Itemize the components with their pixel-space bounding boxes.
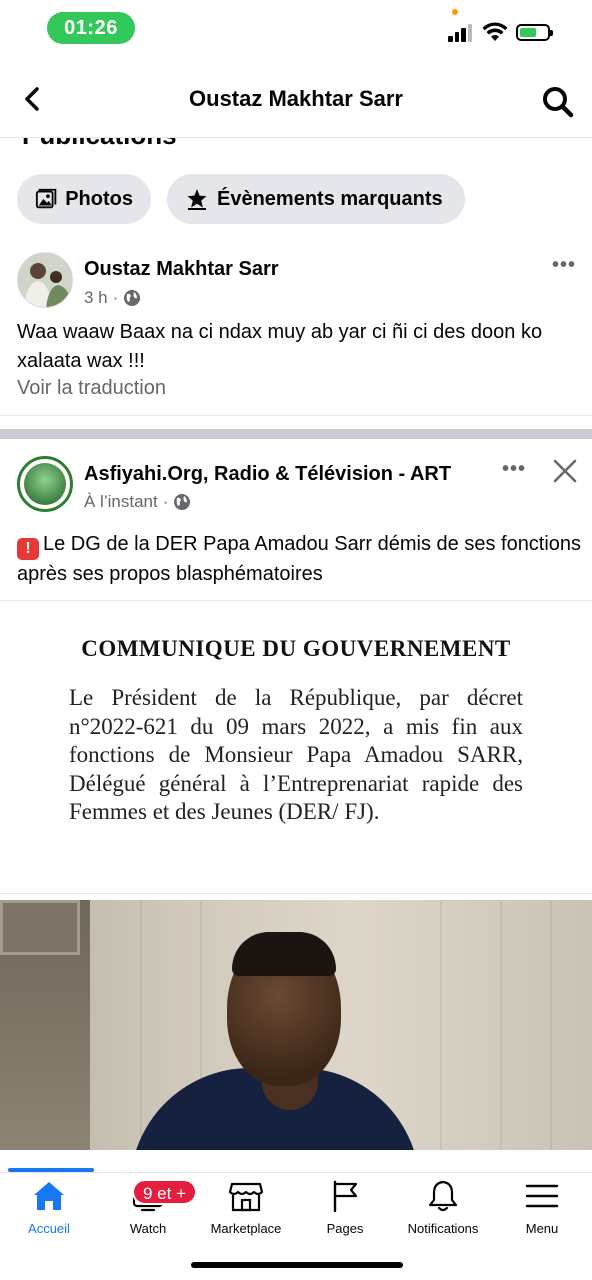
tab-pages[interactable]: Pages — [296, 1179, 394, 1239]
cellular-signal-icon — [448, 24, 474, 42]
reactions-strip — [0, 1150, 592, 1172]
siren-emoji-icon: ! — [17, 538, 39, 560]
page-header: Oustaz Makhtar Sarr — [0, 58, 592, 138]
tab-marketplace[interactable]: Marketplace — [197, 1179, 295, 1239]
communique-image[interactable]: COMMUNIQUE DU GOUVERNEMENT Le Président … — [0, 602, 592, 892]
battery-icon — [516, 24, 553, 41]
globe-icon — [124, 290, 141, 306]
meta-dot: · — [112, 288, 119, 307]
communique-title: COMMUNIQUE DU GOUVERNEMENT — [81, 636, 511, 661]
home-icon — [34, 1182, 64, 1210]
post1-author-avatar[interactable] — [17, 252, 73, 308]
tab-menu[interactable]: Menu — [493, 1179, 591, 1239]
tab-label-watch: Watch — [129, 1221, 167, 1236]
post1-text: Waa waaw Baax na ci ndax muy ab yar ci ñ… — [17, 321, 543, 372]
privacy-indicator-dot — [452, 9, 458, 15]
post1-author-name[interactable]: Oustaz Makhtar Sarr — [84, 258, 279, 281]
tab-label-pages: Pages — [326, 1221, 364, 1236]
page-title: Oustaz Makhtar Sarr — [189, 86, 403, 111]
post2-more-options-icon[interactable]: ••• — [502, 458, 526, 481]
post2-author-name[interactable]: Asfiyahi.Org, Radio & Télévision - ART — [84, 463, 451, 486]
post1-meta: 3 h · — [84, 288, 141, 308]
watch-notification-badge: 9 et + — [132, 1179, 198, 1205]
tab-label-menu: Menu — [525, 1221, 559, 1236]
post2-text-content: Le DG de la DER Papa Amadou Sarr démis d… — [17, 533, 582, 585]
home-indicator — [191, 1262, 403, 1268]
tab-label-accueil: Accueil — [28, 1221, 70, 1236]
divider — [0, 600, 592, 601]
divider — [0, 893, 592, 894]
post1-time: 3 h — [84, 288, 108, 307]
close-icon[interactable] — [552, 458, 578, 484]
tab-notifications[interactable]: Notifications — [394, 1179, 492, 1239]
globe-icon — [174, 494, 191, 510]
photos-chip-label: Photos — [65, 187, 133, 210]
menu-icon — [525, 1184, 559, 1208]
bell-icon — [428, 1180, 458, 1212]
post2-meta: À l’instant · — [84, 492, 191, 512]
post-photo[interactable] — [0, 900, 592, 1150]
photos-chip-button[interactable]: Photos — [17, 174, 151, 224]
tab-label-marketplace: Marketplace — [210, 1221, 282, 1236]
key-events-chip-label: Évènements marquants — [217, 187, 443, 210]
meta-dot: · — [162, 492, 169, 511]
post2-author-avatar[interactable] — [17, 456, 73, 512]
communique-body: Le Président de la République, par décre… — [69, 685, 523, 824]
flag-icon — [333, 1180, 358, 1213]
search-icon[interactable] — [540, 84, 576, 120]
photo-icon — [35, 188, 57, 209]
status-time: 01:26 — [47, 12, 135, 44]
divider — [0, 415, 592, 416]
post2-text: ! Le DG de la DER Papa Amadou Sarr démis … — [17, 530, 582, 589]
marketplace-icon — [228, 1182, 264, 1212]
tab-label-notifications: Notifications — [407, 1221, 479, 1236]
tab-accueil[interactable]: Accueil — [0, 1179, 98, 1239]
post2-time: À l’instant — [84, 492, 158, 511]
see-translation-link[interactable]: Voir la traduction — [17, 377, 166, 400]
wifi-icon — [482, 22, 508, 41]
post1-more-options-icon[interactable]: ••• — [552, 254, 576, 277]
post-separator — [0, 429, 592, 439]
star-icon — [187, 189, 207, 210]
key-events-chip-button[interactable]: Évènements marquants — [167, 174, 465, 224]
status-bar: 01:26 — [0, 0, 592, 58]
